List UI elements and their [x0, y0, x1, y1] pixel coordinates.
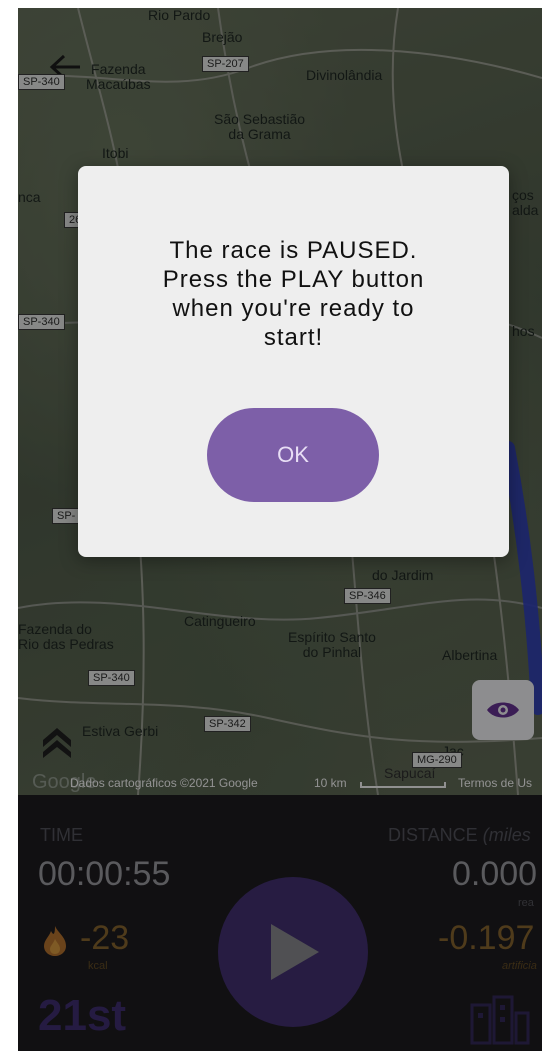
paused-dialog: The race is PAUSED. Press the PLAY butto…	[78, 166, 509, 557]
dialog-message: The race is PAUSED. Press the PLAY butto…	[162, 237, 425, 351]
ok-button[interactable]: OK	[207, 408, 379, 502]
